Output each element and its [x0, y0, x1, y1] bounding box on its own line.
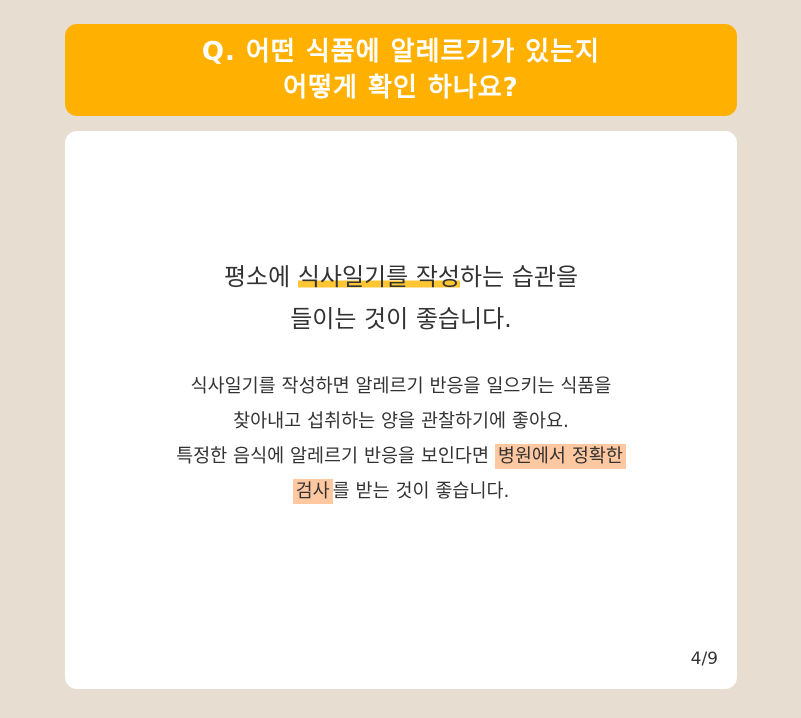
headline-underlined-text: 식사일기를 작성: [297, 263, 461, 291]
headline-text: 평소에: [223, 263, 298, 291]
highlighted-text: 검사: [292, 479, 333, 504]
body-line-3: 특정한 음식에 알레르기 반응을 보인다면 병원에서 정확한: [65, 439, 737, 474]
body-line-1: 식사일기를 작성하면 알레르기 반응을 일으키는 식품을: [190, 376, 612, 397]
page-indicator: 4/9: [690, 649, 718, 669]
answer-headline: 평소에 식사일기를 작성하는 습관을 들이는 것이 좋습니다.: [65, 256, 737, 340]
headline-text: 하는 습관을: [460, 263, 579, 291]
answer-card: 평소에 식사일기를 작성하는 습관을 들이는 것이 좋습니다. 식사일기를 작성…: [65, 131, 737, 689]
question-line-2: 어떻게 확인 하나요?: [283, 73, 519, 103]
question-banner: Q. 어떤 식품에 알레르기가 있는지 어떻게 확인 하나요?: [65, 24, 737, 116]
highlighted-text: 병원에서 정확한: [494, 444, 626, 469]
body-line-2: 찾아내고 섭취하는 양을 관찰하기에 좋아요.: [233, 411, 569, 432]
headline-line-1: 평소에 식사일기를 작성하는 습관을: [65, 256, 737, 298]
body-text: 를 받는 것이 좋습니다.: [332, 481, 510, 502]
answer-body: 식사일기를 작성하면 알레르기 반응을 일으키는 식품을 찾아내고 섭취하는 양…: [65, 369, 737, 509]
question-line-1: Q. 어떤 식품에 알레르기가 있는지: [201, 37, 601, 67]
body-text: 특정한 음식에 알레르기 반응을 보인다면: [176, 446, 495, 467]
headline-line-2: 들이는 것이 좋습니다.: [290, 305, 512, 333]
body-line-4: 검사 를 받는 것이 좋습니다.: [65, 474, 737, 509]
